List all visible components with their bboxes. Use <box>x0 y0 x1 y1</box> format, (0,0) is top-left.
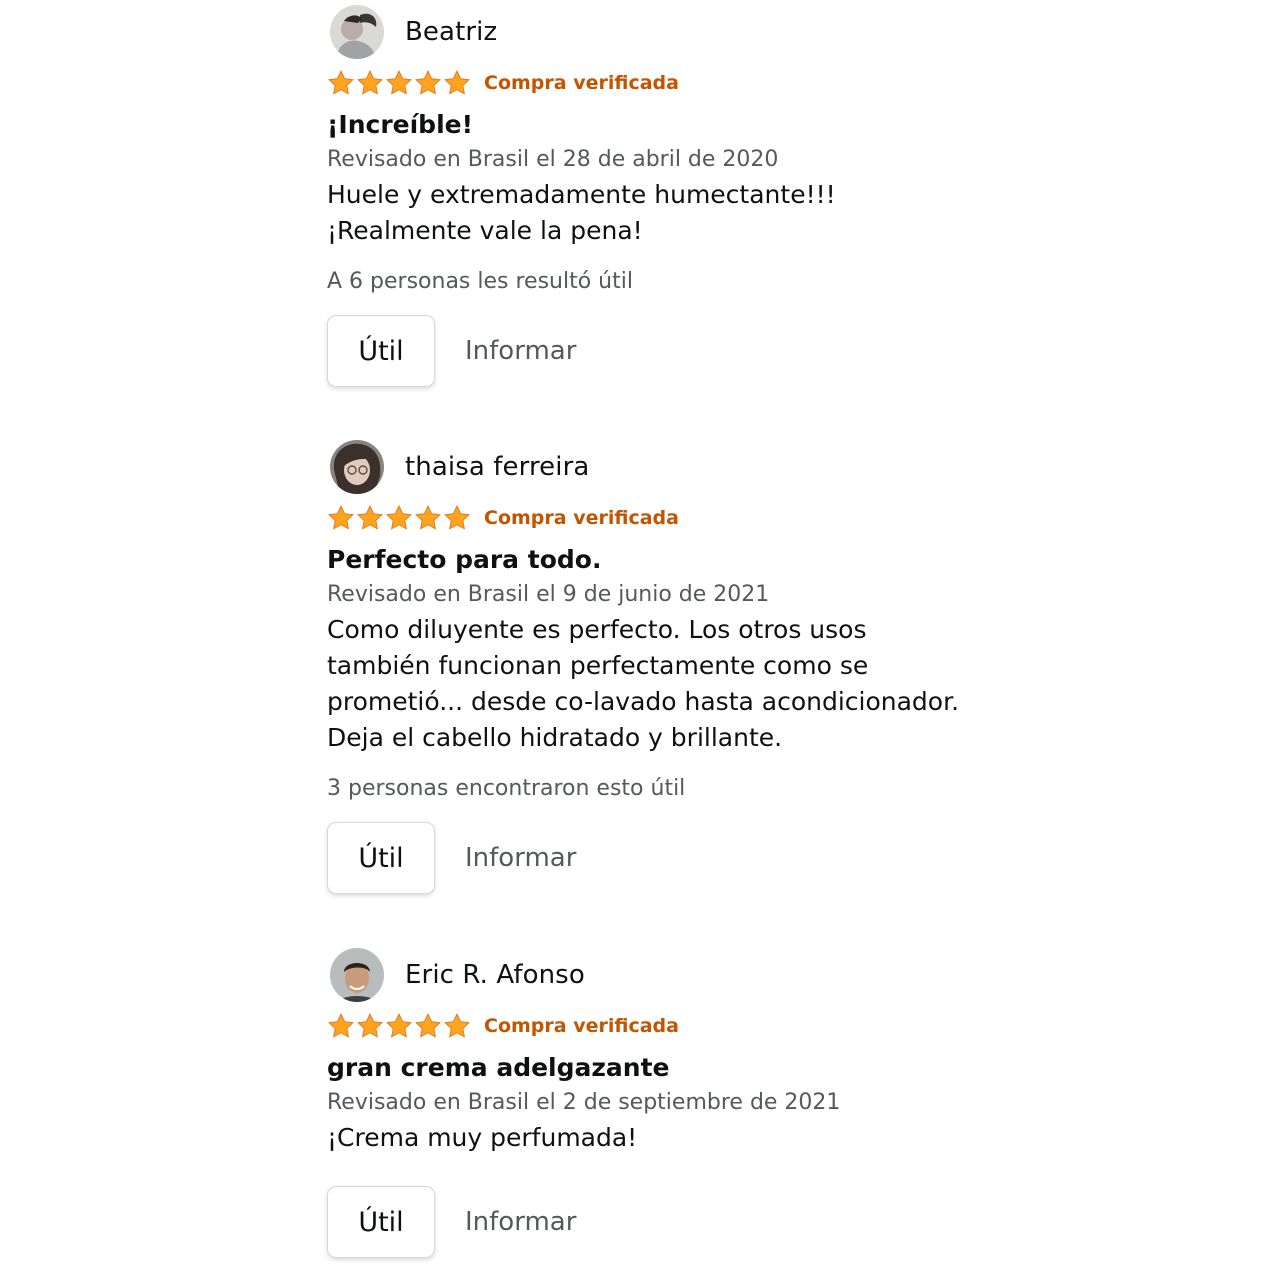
reviewer-name[interactable]: Eric R. Afonso <box>405 960 585 990</box>
star-icon <box>357 505 383 530</box>
verified-purchase-badge: Compra verificada <box>484 72 679 94</box>
review-actions: Útil Informar <box>327 315 967 387</box>
review-date: Revisado en Brasil el 2 de septiembre de… <box>327 1090 841 1115</box>
review-actions: Útil Informar <box>327 1186 967 1258</box>
reviewer-profile[interactable]: Beatriz <box>330 4 967 60</box>
avatar-photo-icon <box>330 440 384 494</box>
review-body: Como diluyente es perfecto. Los otros us… <box>327 612 967 756</box>
star-icon <box>357 70 383 95</box>
reviewer-profile[interactable]: thaisa ferreira <box>330 439 967 495</box>
reviewer-name[interactable]: Beatriz <box>405 17 497 47</box>
star-icon <box>328 1013 354 1038</box>
rating-row: Compra verificada <box>327 65 967 101</box>
review-card: Beatriz Compra verificada ¡Increíble! Re… <box>327 4 967 387</box>
star-rating[interactable] <box>327 1012 471 1040</box>
star-icon <box>415 70 441 95</box>
rating-row: Compra verificada <box>327 500 967 536</box>
verified-purchase-badge: Compra verificada <box>484 1015 679 1037</box>
star-icon <box>386 70 412 95</box>
avatar-photo-icon <box>330 5 384 59</box>
review-body-line: Deja el cabello hidratado y brillante. <box>327 723 783 752</box>
reviewer-name[interactable]: thaisa ferreira <box>405 452 589 482</box>
report-link[interactable]: Informar <box>465 1207 576 1237</box>
avatar[interactable] <box>330 440 384 494</box>
avatar[interactable] <box>330 5 384 59</box>
review-body-line: Como diluyente es perfecto. Los otros us… <box>327 615 867 644</box>
star-icon <box>328 505 354 530</box>
star-icon <box>386 505 412 530</box>
review-body-line: ¡Crema muy perfumada! <box>327 1123 638 1152</box>
review-body-line: prometió... desde co-lavado hasta acondi… <box>327 687 960 716</box>
rating-row: Compra verificada <box>327 1008 967 1044</box>
review-card: Eric R. Afonso Compra verificada gran cr… <box>327 947 967 1258</box>
review-date: Revisado en Brasil el 9 de junio de 2021 <box>327 582 770 607</box>
star-icon <box>415 1013 441 1038</box>
star-icon <box>386 1013 412 1038</box>
reviewer-profile[interactable]: Eric R. Afonso <box>330 947 967 1003</box>
review-body-line: ¡Realmente vale la pena! <box>327 216 643 245</box>
review-card: thaisa ferreira Compra verificada Perfec… <box>327 439 967 894</box>
avatar[interactable] <box>330 948 384 1002</box>
verified-purchase-badge: Compra verificada <box>484 507 679 529</box>
star-icon <box>328 70 354 95</box>
review-title: ¡Increíble! <box>327 110 473 139</box>
report-link[interactable]: Informar <box>465 336 576 366</box>
helpful-button[interactable]: Útil <box>327 1186 435 1258</box>
helpful-count: A 6 personas les resultó útil <box>327 269 633 294</box>
star-rating[interactable] <box>327 69 471 97</box>
star-rating[interactable] <box>327 504 471 532</box>
review-title: Perfecto para todo. <box>327 545 602 574</box>
review-date: Revisado en Brasil el 28 de abril de 202… <box>327 147 779 172</box>
report-link[interactable]: Informar <box>465 843 576 873</box>
star-icon <box>444 1013 470 1038</box>
review-actions: Útil Informar <box>327 822 967 894</box>
star-icon <box>357 1013 383 1038</box>
star-icon <box>444 70 470 95</box>
helpful-button[interactable]: Útil <box>327 315 435 387</box>
review-body-line: Huele y extremadamente humectante!!! <box>327 180 836 209</box>
star-icon <box>415 505 441 530</box>
helpful-button[interactable]: Útil <box>327 822 435 894</box>
review-title: gran crema adelgazante <box>327 1053 670 1082</box>
avatar-photo-icon <box>330 948 384 1002</box>
helpful-count: 3 personas encontraron esto útil <box>327 776 686 801</box>
review-body: ¡Crema muy perfumada! <box>327 1120 967 1156</box>
star-icon <box>444 505 470 530</box>
review-body: Huele y extremadamente humectante!!! ¡Re… <box>327 177 967 249</box>
review-body-line: también funcionan perfectamente como se <box>327 651 869 680</box>
